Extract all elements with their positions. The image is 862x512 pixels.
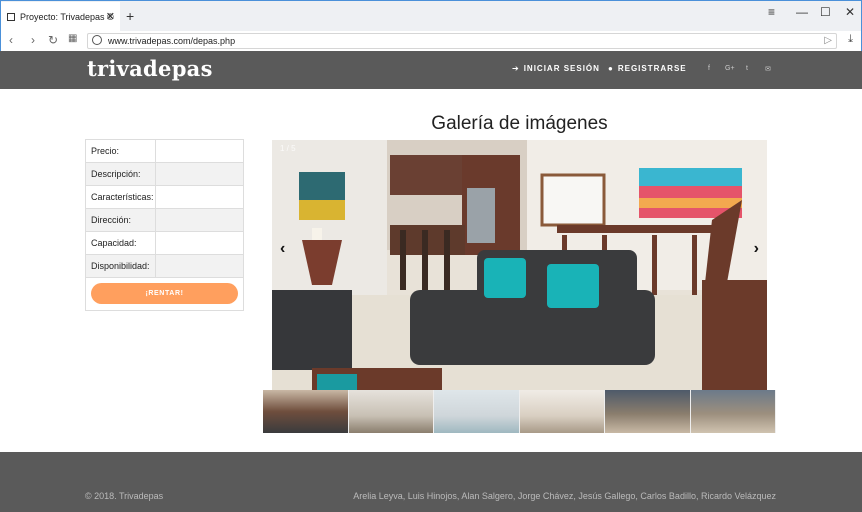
table-row: Dirección: [86, 209, 243, 232]
gallery-thumbnails [263, 390, 776, 433]
register-label: REGISTRARSE [617, 64, 687, 73]
thumbnail[interactable] [434, 390, 520, 433]
new-tab-icon[interactable]: + [126, 8, 134, 24]
forward-icon[interactable]: › [31, 33, 35, 47]
table-row: Descripción: [86, 163, 243, 186]
prev-slide-icon[interactable]: ‹ [280, 240, 285, 258]
login-label: INICIAR SESIÓN [523, 64, 600, 73]
credits-text: Arelia Leyva, Luis Hinojos, Alan Salgero… [353, 491, 776, 501]
menu-icon[interactable]: ≡ [768, 5, 775, 19]
table-row: Precio: [86, 140, 243, 163]
maximize-icon[interactable]: ☐ [820, 5, 831, 19]
table-row: Capacidad: [86, 232, 243, 255]
minimize-icon[interactable]: — [796, 5, 808, 19]
google-plus-icon[interactable]: G+ [725, 65, 735, 72]
gallery-main-image[interactable]: 1 / 5 ‹ › [272, 140, 767, 390]
reload-icon[interactable]: ↻ [48, 33, 58, 47]
site-header: trivadepas ➔ INICIAR SESIÓN ● REGISTRARSE … [0, 51, 862, 89]
window-close-icon[interactable]: ✕ [845, 5, 855, 19]
row-label: Dirección: [86, 209, 156, 231]
row-value [156, 163, 243, 185]
rent-button[interactable]: ¡RENTAR! [91, 283, 238, 304]
login-icon: ➔ [512, 64, 520, 73]
url-text: www.trivadepas.com/depas.php [108, 36, 236, 46]
browser-nav-bar: ‹ › ↻ ▦ www.trivadepas.com/depas.php ▷ ⤓ [0, 31, 862, 51]
row-value [156, 140, 243, 162]
back-icon[interactable]: ‹ [9, 33, 13, 47]
send-icon[interactable]: ▷ [824, 34, 832, 48]
download-icon[interactable]: ⤓ [848, 33, 853, 46]
browser-tab-bar: Proyecto: Trivadepas © ✕ + ≡ — ☐ ✕ [0, 0, 862, 32]
row-label: Precio: [86, 140, 156, 162]
globe-icon [92, 35, 102, 45]
facebook-icon[interactable]: f [708, 65, 710, 72]
page-favicon-icon [7, 13, 15, 21]
row-label: Características: [86, 186, 156, 208]
brand-logo[interactable]: trivadepas [87, 56, 213, 81]
mail-icon[interactable]: ✉ [765, 65, 771, 73]
login-link[interactable]: ➔ INICIAR SESIÓN [512, 64, 600, 73]
row-value [156, 255, 243, 277]
thumbnail[interactable] [348, 390, 434, 433]
user-icon: ● [608, 64, 614, 73]
copyright-text: © 2018. Trivadepas [85, 491, 164, 501]
living-room-photo [272, 140, 767, 390]
thumbnail[interactable] [605, 390, 691, 433]
site-footer: © 2018. Trivadepas Arelia Leyva, Luis Hi… [0, 452, 862, 512]
row-value [156, 232, 243, 254]
address-bar[interactable]: www.trivadepas.com/depas.php ▷ [87, 33, 837, 49]
register-link[interactable]: ● REGISTRARSE [608, 64, 687, 73]
row-value [156, 186, 243, 208]
thumbnail[interactable] [519, 390, 605, 433]
table-row: Características: [86, 186, 243, 209]
table-row: Disponibilidad: [86, 255, 243, 278]
row-label: Disponibilidad: [86, 255, 156, 277]
tab-close-icon[interactable]: ✕ [106, 10, 115, 23]
row-label: Capacidad: [86, 232, 156, 254]
twitter-icon[interactable]: t [746, 65, 748, 72]
thumbnail[interactable] [690, 390, 776, 433]
gallery-title: Galería de imágenes [431, 113, 608, 134]
rent-button-container: ¡RENTAR! [86, 278, 243, 310]
tabs-grid-icon[interactable]: ▦ [68, 33, 77, 44]
slide-counter: 1 / 5 [280, 144, 296, 153]
tab-title: Proyecto: Trivadepas © [20, 12, 114, 22]
row-label: Descripción: [86, 163, 156, 185]
browser-tab[interactable]: Proyecto: Trivadepas © ✕ [1, 2, 120, 32]
thumbnail[interactable] [263, 390, 349, 433]
row-value [156, 209, 243, 231]
property-info-table: Precio: Descripción: Características: Di… [85, 139, 244, 311]
next-slide-icon[interactable]: › [754, 240, 759, 258]
